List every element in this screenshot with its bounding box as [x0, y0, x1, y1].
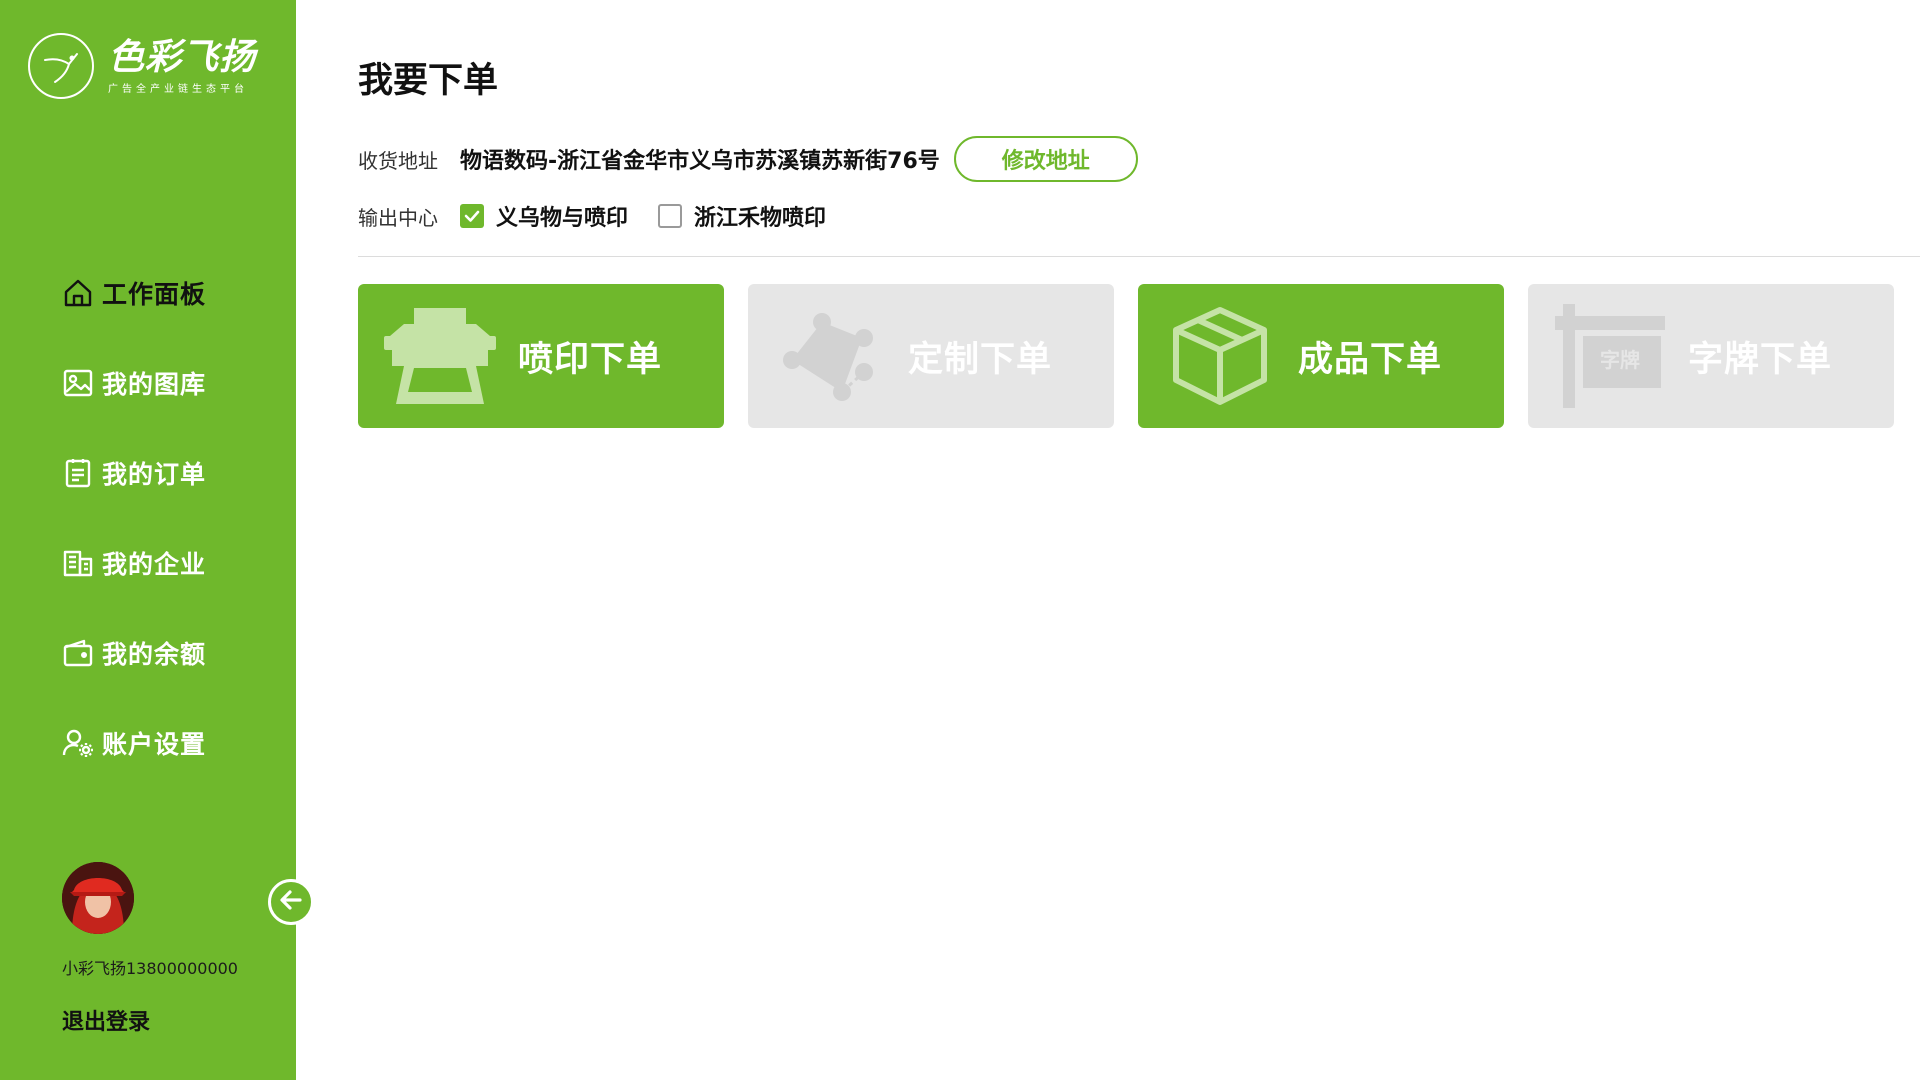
output-center-option-zhejiang[interactable]: 浙江禾物喷印 — [658, 200, 826, 232]
hummingbird-logo-icon — [28, 33, 94, 99]
checkbox-unchecked[interactable] — [658, 204, 683, 228]
sidebar-item-label: 我的订单 — [102, 460, 207, 489]
sidebar-nav: 工作面板 我的图库 我的订单 我的企业 我的余额 账户设置 — [62, 248, 206, 788]
sidebar-item-gallery[interactable]: 我的图库 — [62, 338, 206, 428]
sidebar-item-account-settings[interactable]: 账户设置 — [62, 698, 206, 788]
edit-address-button[interactable]: 修改地址 — [953, 136, 1138, 182]
avatar[interactable] — [62, 862, 134, 934]
checkbox-checked[interactable] — [460, 204, 484, 228]
output-center-label: 输出中心 — [358, 205, 438, 230]
card-label: 字牌下单 — [1688, 339, 1833, 380]
card-label: 定制下单 — [908, 339, 1053, 380]
output-center-option-yiwu[interactable]: 义乌物与喷印 — [460, 200, 628, 232]
collapse-sidebar-button[interactable] — [268, 879, 314, 925]
order-type-cards: 喷印下单 定制下单 成品下单 字牌 字牌下单 — [358, 284, 1918, 428]
sidebar: 色彩飞扬 广告全产业链生态平台 工作面板 我的图库 我的订单 我的企业 我的余额… — [0, 0, 296, 1080]
divider — [358, 256, 1920, 257]
check-icon — [464, 210, 480, 222]
sidebar-item-label: 工作面板 — [102, 280, 207, 309]
print-order-card[interactable]: 喷印下单 — [358, 284, 724, 428]
card-label: 成品下单 — [1298, 339, 1443, 380]
user-settings-icon — [62, 727, 94, 759]
output-center-option-label: 浙江禾物喷印 — [694, 206, 827, 231]
sign-board-icon: 字牌 — [1550, 301, 1670, 411]
sign-board-icon-text: 字牌 — [1600, 348, 1640, 372]
sidebar-item-orders[interactable]: 我的订单 — [62, 428, 206, 518]
sidebar-item-label: 我的图库 — [102, 370, 207, 399]
shipping-address-label: 收货地址 — [358, 148, 438, 173]
sidebar-item-balance[interactable]: 我的余额 — [62, 608, 206, 698]
custom-order-card[interactable]: 定制下单 — [748, 284, 1114, 428]
output-center-row: 输出中心 义乌物与喷印 浙江禾物喷印 — [358, 198, 856, 234]
sidebar-item-company[interactable]: 我的企业 — [62, 518, 206, 608]
custom-shape-icon — [770, 301, 890, 411]
finished-product-order-card[interactable]: 成品下单 — [1138, 284, 1504, 428]
page-title: 我要下单 — [358, 61, 499, 101]
shipping-address-row: 收货地址 物语数码-浙江省金华市义乌市苏溪镇苏新街76号 修改地址 — [358, 134, 1138, 184]
home-icon — [62, 277, 94, 309]
order-list-icon — [62, 457, 94, 489]
printer-icon — [380, 301, 500, 411]
logout-button[interactable]: 退出登录 — [62, 1004, 150, 1036]
brand-name: 色彩飞扬 — [108, 36, 257, 78]
card-label: 喷印下单 — [518, 339, 663, 380]
shipping-address-value: 物语数码-浙江省金华市义乌市苏溪镇苏新街76号 — [460, 149, 940, 174]
building-icon — [62, 547, 94, 579]
sidebar-item-label: 我的余额 — [102, 640, 207, 669]
user-name: 小彩飞扬13800000000 — [62, 959, 238, 978]
arrow-left-icon — [276, 885, 306, 919]
main-content: 我要下单 收货地址 物语数码-浙江省金华市义乌市苏溪镇苏新街76号 修改地址 输… — [296, 0, 1920, 1080]
sign-board-order-card[interactable]: 字牌 字牌下单 — [1528, 284, 1894, 428]
box-icon — [1160, 301, 1280, 411]
sidebar-item-label: 账户设置 — [102, 730, 207, 759]
wallet-icon — [62, 637, 94, 669]
sidebar-item-dashboard[interactable]: 工作面板 — [62, 248, 206, 338]
output-center-option-label: 义乌物与喷印 — [496, 206, 629, 231]
sidebar-item-label: 我的企业 — [102, 550, 207, 579]
brand-logo: 色彩飞扬 广告全产业链生态平台 — [28, 33, 256, 99]
brand-tagline: 广告全产业链生态平台 — [108, 83, 248, 95]
image-icon — [62, 367, 94, 399]
